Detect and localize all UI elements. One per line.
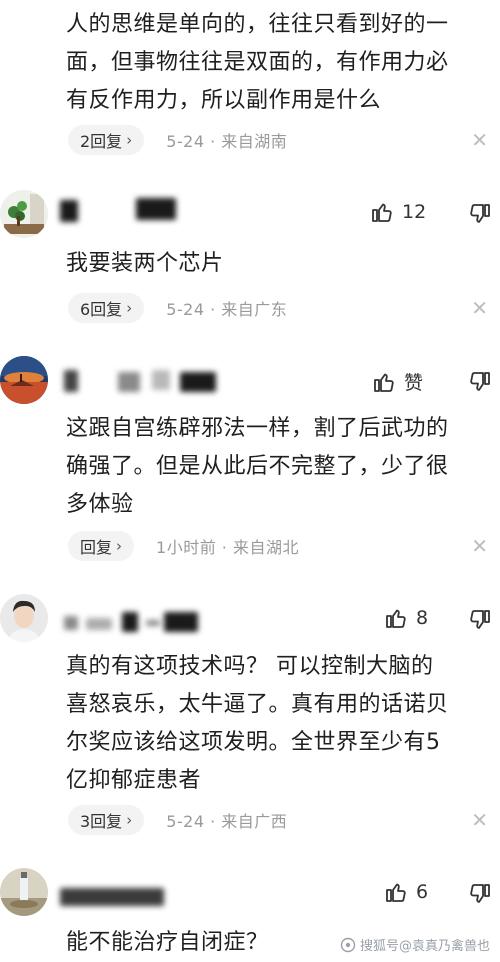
like-button[interactable]: 8 [384, 606, 428, 630]
comment-line: 我要装两个芯片 [66, 251, 224, 276]
thumbs-up-icon [386, 609, 406, 628]
comment-line: 能不能治疗自闭症？ [66, 930, 269, 955]
like-button[interactable]: 赞 [372, 368, 423, 395]
comment-line: 人的思维是单向的，往往只看到好的一 [66, 12, 449, 37]
comment-line: 多体验 [66, 492, 134, 517]
chevron-right-icon: › [126, 131, 133, 149]
avatar[interactable] [0, 190, 48, 238]
comment-line: 面，但事物往往是双面的，有作用力必 [66, 50, 449, 75]
thumbs-up-icon [386, 883, 406, 902]
username-redacted[interactable] [60, 884, 170, 910]
comment-line: 尔奖应该给这项发明。全世界至少有5 [66, 730, 441, 755]
close-icon[interactable]: ✕ [471, 128, 488, 152]
replies-button[interactable]: 3回复 › [68, 805, 145, 835]
comment-line: 真的有这项技术吗？ 可以控制大脑的 [66, 654, 434, 679]
like-button[interactable]: 12 [370, 200, 426, 224]
thumbs-down-icon[interactable] [468, 370, 492, 394]
like-count: 6 [416, 881, 429, 903]
comment-line: 亿抑郁症患者 [66, 768, 202, 793]
thumbs-up-icon [374, 373, 394, 392]
avatar[interactable] [0, 868, 48, 916]
like-label: 赞 [404, 372, 424, 394]
username-redacted[interactable] [60, 198, 190, 224]
close-icon[interactable]: ✕ [471, 808, 488, 832]
comment-text: 我要装两个芯片 [66, 245, 224, 283]
watermark: 搜狐号@袁真乃禽兽也 [340, 935, 490, 954]
comment-meta: 5-24 · 来自广西 [166, 812, 288, 831]
username-redacted[interactable] [60, 368, 220, 394]
comment-text: 能不能治疗自闭症？ [66, 924, 269, 962]
comment-text: 这跟自宫练辟邪法一样，割了后武功的 确强了。但是从此后不完整了，少了很 多体验 [66, 410, 449, 524]
comment-3: 赞 这跟自宫练辟邪法一样，割了后武功的 确强了。但是从此后不完整了，少了很 多体… [0, 348, 500, 578]
comment-1: 人的思维是单向的，往往只看到好的一 面，但事物往往是双面的，有作用力必 有反作用… [0, 0, 500, 160]
thumbs-down-icon[interactable] [468, 882, 492, 906]
chevron-right-icon: › [126, 299, 133, 317]
close-icon[interactable]: ✕ [471, 296, 488, 320]
reply-label: 回复 [80, 538, 113, 557]
comment-2: 12 我要装两个芯片 6回复 › 5-24 · 来自广东 ✕ [0, 180, 500, 340]
replies-button[interactable]: 2回复 › [68, 125, 145, 155]
comment-line: 喜怒哀乐，太牛逼了。真有用的话诺贝 [66, 692, 449, 717]
like-button[interactable]: 6 [384, 880, 428, 904]
thumbs-down-icon[interactable] [468, 202, 492, 226]
avatar[interactable] [0, 356, 48, 404]
avatar[interactable] [0, 594, 48, 642]
chevron-right-icon: › [116, 537, 123, 555]
close-icon[interactable]: ✕ [471, 534, 488, 558]
thumbs-up-icon [372, 203, 392, 222]
watermark-text: 搜狐号@袁真乃禽兽也 [359, 939, 490, 954]
replies-label: 2回复 [80, 132, 123, 151]
comment-text: 人的思维是单向的，往往只看到好的一 面，但事物往往是双面的，有作用力必 有反作用… [66, 6, 449, 120]
chevron-right-icon: › [126, 811, 133, 829]
comment-line: 这跟自宫练辟邪法一样，割了后武功的 [66, 416, 449, 441]
reply-button[interactable]: 回复 › [68, 531, 135, 561]
comment-line: 确强了。但是从此后不完整了，少了很 [66, 454, 449, 479]
comment-meta: 5-24 · 来自湖南 [166, 132, 288, 151]
replies-label: 6回复 [80, 300, 123, 319]
replies-label: 3回复 [80, 812, 123, 831]
like-count: 8 [416, 607, 429, 629]
comment-text: 真的有这项技术吗？ 可以控制大脑的 喜怒哀乐，太牛逼了。真有用的话诺贝 尔奖应该… [66, 648, 449, 800]
comment-meta: 1小时前 · 来自湖北 [156, 538, 299, 557]
replies-button[interactable]: 6回复 › [68, 293, 145, 323]
sohu-logo-icon [340, 937, 356, 952]
thumbs-down-icon[interactable] [468, 608, 492, 632]
comment-4: 8 真的有这项技术吗？ 可以控制大脑的 喜怒哀乐，太牛逼了。真有用的话诺贝 尔奖… [0, 590, 500, 850]
username-redacted[interactable] [60, 610, 210, 636]
comment-meta: 5-24 · 来自广东 [166, 300, 288, 319]
comment-line: 有反作用力，所以副作用是什么 [66, 88, 382, 113]
like-count: 12 [402, 201, 427, 223]
